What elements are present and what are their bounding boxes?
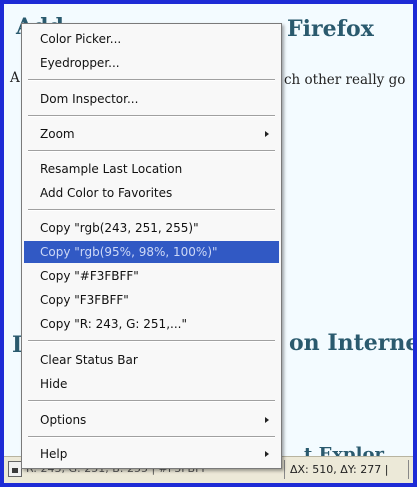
submenu-arrow-icon <box>265 451 269 457</box>
menu-separator <box>28 79 275 81</box>
menu-item-help-label: Help <box>40 447 68 461</box>
menu-item-copy-hex[interactable]: Copy "#F3FBFF" <box>24 265 279 287</box>
menu-item-zoom-label: Zoom <box>40 127 75 141</box>
menu-separator <box>28 436 275 438</box>
menu-item-add-favorite[interactable]: Add Color to Favorites <box>24 182 279 204</box>
menu-item-options[interactable]: Options <box>24 409 279 431</box>
menu-item-dom-inspector[interactable]: Dom Inspector... <box>24 88 279 110</box>
menu-item-copy-rgb-percent[interactable]: Copy "rgb(95%, 98%, 100%)" <box>24 241 279 263</box>
menu-item-copy-hex-plain[interactable]: Copy "F3FBFF" <box>24 289 279 311</box>
menu-item-eyedropper[interactable]: Eyedropper... <box>24 52 279 74</box>
status-separator <box>284 460 285 479</box>
body-text-fragment: ch other really go <box>284 72 406 88</box>
heading-internet: on Interne <box>289 330 413 356</box>
menu-item-zoom[interactable]: Zoom <box>24 123 279 145</box>
colorzilla-icon[interactable] <box>8 461 22 477</box>
menu-item-color-picker[interactable]: Color Picker... <box>24 28 279 50</box>
submenu-arrow-icon <box>265 417 269 423</box>
submenu-arrow-icon <box>265 131 269 137</box>
menu-separator <box>28 150 275 152</box>
menu-separator <box>28 209 275 211</box>
status-delta-readout: ΔX: 510, ΔY: 277 | <box>290 463 389 476</box>
menu-item-options-label: Options <box>40 413 87 427</box>
menu-item-resample[interactable]: Resample Last Location <box>24 158 279 180</box>
menu-separator <box>28 115 275 117</box>
menu-item-copy-rgb[interactable]: Copy "rgb(243, 251, 255)" <box>24 217 279 239</box>
status-separator-right <box>408 460 409 479</box>
menu-separator <box>28 400 275 402</box>
body-text-left-letter: A <box>10 70 20 86</box>
menu-item-hide[interactable]: Hide <box>24 373 279 395</box>
menu-separator <box>28 340 275 342</box>
heading-firefox: Firefox <box>287 16 374 42</box>
menu-item-help[interactable]: Help <box>24 443 279 465</box>
menu-item-clear-status-bar[interactable]: Clear Status Bar <box>24 349 279 371</box>
context-menu: Color Picker... Eyedropper... Dom Inspec… <box>21 23 282 469</box>
heading-bottom-fragment: t Explor <box>304 444 384 456</box>
menu-item-copy-rgb-components[interactable]: Copy "R: 243, G: 251,..." <box>24 313 279 335</box>
